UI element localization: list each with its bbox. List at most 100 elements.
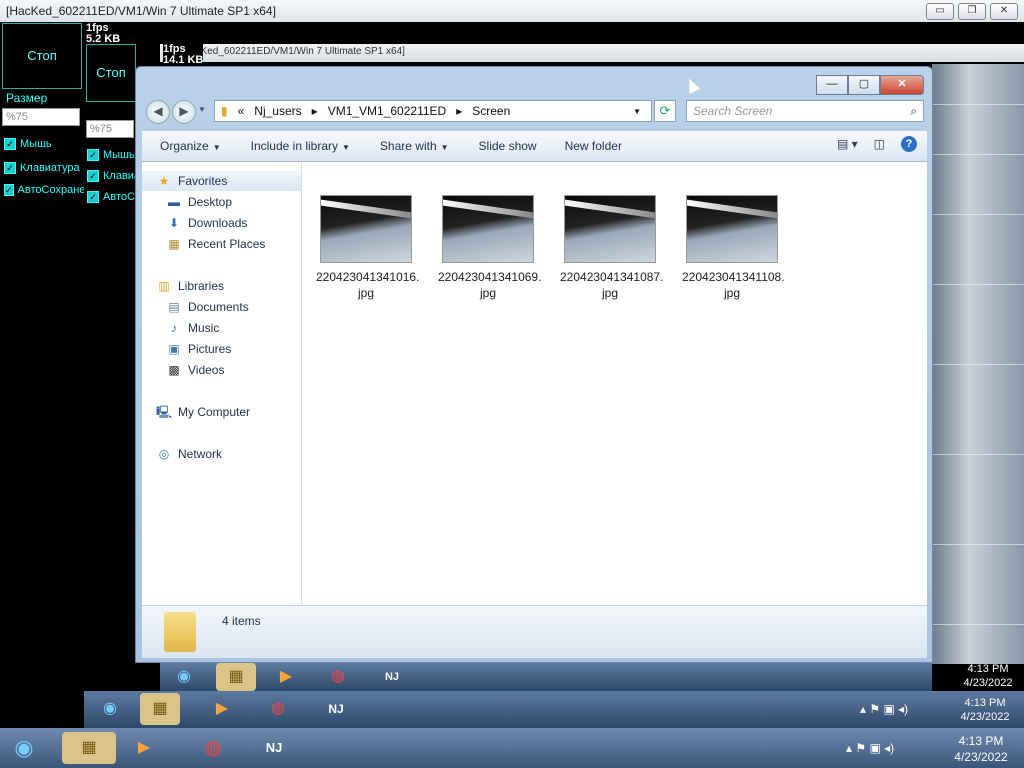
network-icon: ◎ bbox=[158, 447, 170, 461]
chrome-icon[interactable]: ◍ bbox=[186, 732, 240, 764]
start-orb-icon[interactable]: ◉ bbox=[90, 693, 130, 725]
nav-downloads[interactable]: ⬇ Downloads bbox=[142, 213, 301, 233]
pictures-icon: ▣ bbox=[168, 342, 180, 356]
music-icon: ♪ bbox=[171, 321, 177, 335]
recursive-window-edge bbox=[932, 64, 1024, 664]
command-bar: Organize ▼ Include in library ▼ Share with… bbox=[142, 131, 927, 162]
computer-icon: 🖳 bbox=[156, 405, 173, 419]
nav-libraries[interactable]: ▥ Libraries bbox=[142, 276, 301, 296]
outer-close-button[interactable]: ✕ bbox=[990, 3, 1018, 20]
explorer-window-controls: — ▢ ✕ bbox=[816, 75, 924, 95]
folder-icon[interactable]: ▦ bbox=[140, 693, 180, 725]
start-orb-icon[interactable]: ◉ bbox=[164, 663, 204, 691]
explorer-minimize-button[interactable]: — bbox=[816, 75, 848, 95]
folder-icon bbox=[164, 612, 196, 652]
breadcrumb-vm1[interactable]: VM1_VM1_602211ED bbox=[328, 104, 447, 118]
folder-icon[interactable]: ▦ bbox=[62, 732, 116, 764]
nav-favorites[interactable]: ★ Favorites bbox=[142, 171, 301, 191]
forward-button[interactable]: ▶ bbox=[172, 100, 196, 124]
outer-minimize-button[interactable]: ▭ bbox=[926, 3, 954, 20]
nav-documents[interactable]: ▤ Documents bbox=[142, 297, 301, 317]
outer-window-title: [HacKed_602211ED/VM1/Win 7 Ultimate SP1 … bbox=[6, 4, 276, 18]
autosave-checkbox[interactable]: ✓АвтоСохранение bbox=[4, 184, 84, 196]
stop-button[interactable]: Стоп bbox=[2, 23, 82, 89]
recent-places-icon: ▦ bbox=[168, 237, 180, 251]
image-thumbnail bbox=[686, 195, 778, 263]
taskbar: ◉ ▦ ▶ ◍ NJ ▴ ⚑ ▣ ◂) bbox=[0, 728, 1024, 768]
nav-music[interactable]: ♪ Music bbox=[142, 318, 301, 338]
njrat-icon[interactable]: NJ bbox=[372, 663, 412, 691]
search-icon[interactable]: ⌕ bbox=[910, 104, 917, 119]
file-item[interactable]: 220423041341069. jpg bbox=[438, 195, 541, 301]
size-label: Размер bbox=[6, 91, 48, 105]
include-in-library-button[interactable]: Include in library ▼ bbox=[251, 139, 350, 153]
outer-maximize-button[interactable]: ❐ bbox=[958, 3, 986, 20]
explorer-window: — ▢ ✕ ◀ ▶ ▼ ▮ « Nj_users ▸ VM1_VM1_60221… bbox=[135, 66, 933, 663]
image-thumbnail bbox=[564, 195, 656, 263]
change-view-icon[interactable]: ▤ ▾ bbox=[837, 137, 858, 151]
help-icon[interactable]: ? bbox=[901, 136, 917, 152]
size-select[interactable]: %75 bbox=[2, 108, 80, 126]
preview-pane-icon[interactable]: ◫ bbox=[874, 137, 885, 151]
recent-pages-icon[interactable]: ▼ bbox=[198, 105, 206, 114]
explorer-maximize-button[interactable]: ▢ bbox=[848, 75, 880, 95]
chrome-icon[interactable]: ◍ bbox=[258, 693, 298, 725]
new-folder-button[interactable]: New folder bbox=[565, 139, 622, 153]
file-item[interactable]: 220423041341016. jpg bbox=[316, 195, 419, 301]
nav-videos[interactable]: ▩ Videos bbox=[142, 360, 301, 380]
breadcrumb-separator-icon[interactable]: ▸ bbox=[312, 104, 318, 118]
nested-clock-inner[interactable]: 4:13 PM 4/23/2022 bbox=[956, 662, 1020, 690]
refresh-icon[interactable]: ⟳ bbox=[654, 100, 676, 122]
breadcrumb-overflow-icon[interactable]: « bbox=[238, 104, 245, 118]
nav-desktop[interactable]: ▬ Desktop bbox=[142, 192, 301, 212]
nav-my-computer[interactable]: 🖳 My Computer bbox=[142, 402, 301, 422]
media-player-icon[interactable]: ▶ bbox=[124, 732, 164, 764]
search-input[interactable]: Search Screen ⌕ bbox=[686, 100, 924, 122]
chrome-icon[interactable]: ◍ bbox=[318, 663, 358, 691]
nav-recent-places[interactable]: ▦ Recent Places bbox=[142, 234, 301, 254]
tray-icons[interactable]: ▴ ⚑ ▣ ◂) bbox=[860, 702, 908, 716]
item-count: 4 items bbox=[222, 614, 261, 628]
slide-show-button[interactable]: Slide show bbox=[479, 139, 537, 153]
back-button[interactable]: ◀ bbox=[146, 100, 170, 124]
nested-fps-readout: 1fps 14.1 KB bbox=[163, 43, 204, 66]
start-orb-icon[interactable]: ◉ bbox=[4, 732, 44, 764]
nested-taskbar: ◉ ▦ ▶ ◍ NJ ▴ ⚑ ▣ ◂) bbox=[84, 691, 1024, 728]
nav-network[interactable]: ◎ Network bbox=[142, 444, 301, 464]
nav-pictures[interactable]: ▣ Pictures bbox=[142, 339, 301, 359]
breadcrumb-separator-icon[interactable]: ▸ bbox=[456, 104, 462, 118]
libraries-icon: ▥ bbox=[158, 279, 170, 293]
downloads-icon: ⬇ bbox=[168, 216, 180, 230]
organize-button[interactable]: Organize ▼ bbox=[160, 139, 221, 153]
image-thumbnail bbox=[320, 195, 412, 263]
navigation-pane: ★ Favorites ▬ Desktop ⬇ Downloads ▦ Recent P… bbox=[142, 162, 302, 605]
nested-clock[interactable]: 4:13 PM 4/23/2022 bbox=[950, 696, 1020, 724]
clock[interactable]: 4:13 PM 4/23/2022 bbox=[942, 733, 1020, 765]
nested-window-titlebar: [HacKed_602211ED/VM1/Win 7 Ultimate SP1 … bbox=[160, 44, 1024, 62]
address-dropdown-icon[interactable]: ▼ bbox=[633, 107, 641, 116]
media-player-icon[interactable]: ▶ bbox=[202, 693, 242, 725]
file-list: 220423041341016. jpg 220423041341069. jpg … bbox=[302, 162, 927, 605]
address-bar[interactable]: ▮ « Nj_users ▸ VM1_VM1_602211ED ▸ Screen… bbox=[214, 100, 652, 122]
folder-icon[interactable]: ▦ bbox=[216, 663, 256, 691]
explorer-close-button[interactable]: ✕ bbox=[880, 75, 924, 95]
tray-icons[interactable]: ▴ ⚑ ▣ ◂) bbox=[846, 741, 894, 755]
mouse-checkbox[interactable]: ✓ Мышь bbox=[4, 138, 52, 150]
file-item[interactable]: 220423041341108. jpg bbox=[682, 195, 785, 301]
nested-stop-button[interactable]: Стоп bbox=[86, 44, 136, 102]
file-item[interactable]: 220423041341087. jpg bbox=[560, 195, 663, 301]
nested-size-select[interactable]: %75 bbox=[86, 120, 134, 138]
share-with-button[interactable]: Share with ▼ bbox=[380, 139, 449, 153]
image-thumbnail bbox=[442, 195, 534, 263]
breadcrumb-nj-users[interactable]: Nj_users bbox=[254, 104, 301, 118]
details-pane: 4 items bbox=[142, 605, 927, 658]
nested-mouse-checkbox[interactable]: ✓ Мышь bbox=[87, 149, 135, 161]
breadcrumb-screen[interactable]: Screen bbox=[472, 104, 510, 118]
videos-icon: ▩ bbox=[168, 363, 180, 377]
njrat-icon[interactable]: NJ bbox=[246, 732, 302, 764]
media-player-icon[interactable]: ▶ bbox=[266, 663, 306, 691]
nested-autosave-checkbox[interactable]: ✓ АвтоСо bbox=[87, 191, 141, 203]
view-controls: ▤ ▾ ◫ ? bbox=[837, 136, 917, 152]
njrat-icon[interactable]: NJ bbox=[316, 693, 356, 725]
keyboard-checkbox[interactable]: ✓ Клавиатура bbox=[4, 162, 80, 174]
